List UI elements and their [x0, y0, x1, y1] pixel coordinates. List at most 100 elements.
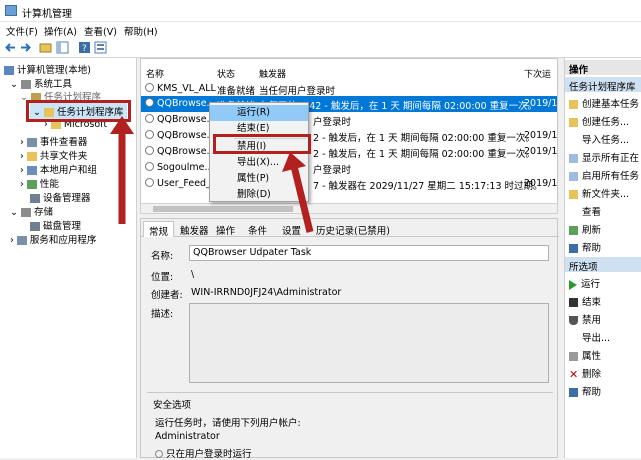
action-help-selected[interactable]: 帮助	[569, 384, 601, 398]
tab-actions[interactable]: 操作	[211, 221, 240, 237]
task-row[interactable]: KMS_VL_ALL 准备就绪 当任何用户登录时	[141, 81, 557, 97]
tree-item-storage[interactable]: ⌄ 存储	[10, 204, 53, 218]
run-icon	[569, 279, 577, 290]
action-create-task[interactable]: 创建任务...	[569, 114, 629, 128]
task-trigger: 户登录时	[313, 117, 352, 128]
task-clock-icon	[145, 178, 154, 187]
tab-conditions[interactable]: 条件	[243, 221, 272, 237]
help-icon[interactable]: ?	[78, 41, 91, 54]
task-row[interactable]: QQBrowse... 2 - 触发后，在 1 天 期间每隔 02:00:00 重…	[141, 128, 558, 144]
tab-general[interactable]: 常规	[143, 221, 175, 238]
security-options-group: 安全选项 运行任务时，请使用下列用户帐户: Administrator 只在用户…	[147, 392, 553, 460]
task-clock-icon	[145, 114, 154, 123]
disk-icon	[30, 222, 40, 231]
menu-help[interactable]: 帮助(H)	[124, 24, 158, 38]
properties-icon	[569, 352, 578, 361]
performance-icon	[26, 180, 37, 189]
action-create-basic-task[interactable]: 创建基本任务	[569, 96, 639, 110]
menu-view[interactable]: 查看(V)	[84, 24, 117, 38]
horizontal-scrollbar[interactable]	[140, 203, 558, 214]
tree-item-root[interactable]: 计算机管理(本地)	[4, 62, 91, 76]
actions-pane: 操作 任务计划程序库 创建基本任务 创建任务... 导入任务... 显示所有正在…	[564, 58, 641, 458]
actions-section-selected[interactable]: 所选项	[565, 257, 641, 273]
up-folder-icon[interactable]	[39, 41, 52, 54]
running-tasks-icon	[569, 154, 578, 163]
name-field[interactable]: QQBrowser Udpater Task	[189, 245, 549, 261]
run-as-value: Administrator	[155, 431, 220, 442]
task-row[interactable]: Sogoulme... 户登录时	[141, 160, 557, 176]
description-field[interactable]	[189, 303, 549, 383]
tree-item-system-tools[interactable]: ⌄ 系统工具	[10, 76, 72, 90]
action-show-running[interactable]: 显示所有正在	[569, 150, 639, 164]
title-bar: 计算机管理	[0, 0, 641, 22]
create-task-icon	[569, 118, 578, 127]
tools-icon	[20, 80, 31, 89]
tree-label: 性能	[39, 179, 59, 190]
task-status: 准备就绪	[217, 86, 256, 97]
action-view[interactable]: 查看	[569, 204, 601, 218]
forward-icon[interactable]	[19, 41, 32, 54]
task-clock-icon	[145, 83, 154, 92]
users-icon	[26, 166, 37, 175]
action-enable-history[interactable]: 启用所有任务	[569, 168, 639, 182]
action-label: 启用所有任务	[582, 171, 640, 182]
back-icon[interactable]	[4, 41, 17, 54]
properties-icon[interactable]	[94, 41, 107, 54]
task-row[interactable]: QQBrowse... 2 - 触发后，在 1 天 期间每隔 02:00:00 重…	[141, 144, 557, 160]
task-name: QQBrowse...	[157, 130, 216, 141]
menu-bar: 文件(F) 操作(A) 查看(V) 帮助(H)	[0, 22, 641, 38]
device-manager-icon	[30, 194, 40, 203]
refresh-icon	[569, 226, 578, 235]
task-row-selected[interactable]: QQBrowse...准备就绪在每天的 0:42 - 触发后，在 1 天 期间每…	[141, 96, 557, 112]
services-icon	[16, 236, 27, 245]
action-refresh[interactable]: 刷新	[569, 222, 601, 236]
action-help[interactable]: 帮助	[569, 240, 601, 254]
action-new-folder[interactable]: 新文件夹...	[569, 186, 629, 200]
menu-item-run[interactable]: 运行(R)	[210, 105, 308, 121]
action-disable[interactable]: 禁用	[569, 312, 601, 326]
description-label: 描述:	[151, 309, 174, 320]
tree-item-performance[interactable]: › 性能	[20, 176, 59, 190]
action-label: 帮助	[582, 243, 602, 254]
action-export[interactable]: 导出...	[569, 330, 610, 344]
action-end[interactable]: 结束	[569, 294, 601, 308]
action-properties[interactable]: 属性	[569, 348, 601, 362]
task-row[interactable]: User_Feed_... 7 - 触发器在 2029/11/27 星期二 15:…	[141, 176, 557, 192]
action-delete[interactable]: ✕ 删除	[569, 366, 601, 380]
task-list: 名称 状态 触发器 下次运 KMS_VL_ALL 准备就绪 当任何用户登录时 QQB…	[140, 58, 558, 213]
security-options-title: 安全选项	[153, 400, 192, 411]
actions-header: 操作	[565, 60, 641, 76]
details-tabs: 常规 触发器 操作 条件 设置 历史记录(已禁用)	[141, 219, 559, 238]
computer-icon	[4, 66, 14, 75]
task-trigger: 2 - 触发后，在 1 天 期间每隔 02:00:00 重复一次。	[313, 149, 535, 160]
column-header-next-run[interactable]: 下次运	[524, 67, 551, 80]
menu-action[interactable]: 操作(A)	[44, 24, 77, 38]
tab-triggers[interactable]: 触发器	[175, 221, 214, 237]
window-title: 计算机管理	[22, 9, 72, 20]
tab-history[interactable]: 历史记录(已禁用)	[311, 221, 395, 237]
column-header-name[interactable]: 名称	[146, 67, 164, 80]
actions-section-library[interactable]: 任务计划程序库	[565, 77, 641, 93]
action-run[interactable]: 运行	[569, 276, 600, 290]
column-header-trigger[interactable]: 触发器	[259, 67, 286, 80]
location-label: 位置:	[151, 272, 174, 283]
action-label: 禁用	[582, 315, 602, 326]
scrollbar-thumb[interactable]	[153, 206, 293, 212]
author-value: WIN-IRRND0JFJ24\Administrator	[191, 287, 342, 298]
event-viewer-icon	[26, 138, 37, 147]
task-clock-icon	[145, 98, 154, 107]
tree-item-services-apps[interactable]: › 服务和应用程序	[10, 232, 96, 246]
task-next-run: 2019/11	[524, 130, 558, 141]
task-row[interactable]: QQBrowse... 户登录时	[141, 112, 557, 128]
column-header-status[interactable]: 状态	[217, 67, 235, 80]
menu-file[interactable]: 文件(F)	[6, 24, 38, 38]
action-label: 导入任务...	[582, 135, 630, 146]
help-icon	[569, 388, 578, 397]
action-label: 查看	[582, 207, 602, 218]
shared-folder-icon	[26, 152, 37, 161]
action-import-task[interactable]: 导入任务...	[569, 132, 629, 146]
action-label: 显示所有正在	[582, 153, 640, 164]
show-hide-tree-icon[interactable]	[56, 41, 69, 54]
view-icon	[569, 208, 578, 217]
run-as-label: 运行任务时，请使用下列用户帐户:	[155, 418, 301, 429]
